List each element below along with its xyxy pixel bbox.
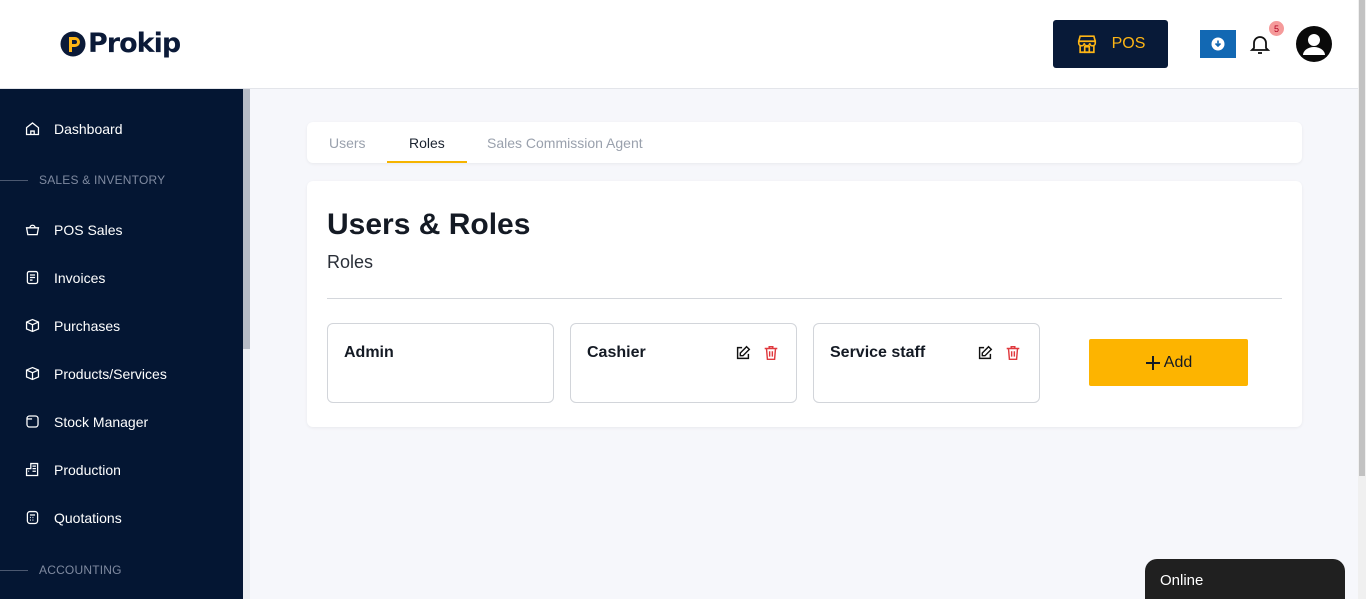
delete-icon[interactable] — [762, 344, 780, 362]
sidebar-item-invoices[interactable]: Invoices — [24, 269, 105, 286]
sidebar-item-purchases[interactable]: Purchases — [24, 317, 120, 334]
home-icon — [25, 122, 40, 136]
calculator-icon — [26, 510, 39, 525]
section-sales-inventory: SALES & INVENTORY — [0, 173, 243, 187]
sidebar-item-quotations[interactable]: Quotations — [24, 509, 122, 526]
section-accounting: ACCOUNTING — [0, 563, 243, 577]
sidebar-item-label: Production — [54, 461, 121, 478]
stock-icon — [26, 415, 39, 428]
page-subtitle: Roles — [327, 252, 374, 272]
roles-panel: Users & Roles Roles Admin Cashier Servic… — [307, 181, 1302, 427]
sidebar-item-production[interactable]: Production — [24, 461, 121, 478]
sidebar-item-label: Products/Services — [54, 365, 167, 382]
sidebar-item-label: Invoices — [54, 269, 106, 286]
sidebar-scrollbar-thumb[interactable] — [243, 89, 250, 349]
role-card-cashier[interactable]: Cashier — [570, 323, 797, 403]
sidebar-item-label: Purchases — [54, 317, 121, 334]
sidebar-item-pos-sales[interactable]: POS Sales — [24, 221, 122, 238]
page-title: Users & Roles — [327, 208, 531, 241]
store-icon — [1077, 35, 1096, 54]
tab-sales-commission-agent[interactable]: Sales Commission Agent — [487, 122, 643, 163]
sidebar-item-label: Dashboard — [54, 120, 123, 137]
notification-badge: 5 — [1269, 21, 1284, 36]
box-icon — [25, 318, 40, 333]
page-scrollbar-thumb[interactable] — [1359, 0, 1365, 476]
role-name: Cashier — [587, 344, 646, 361]
tab-label: Sales Commission Agent — [487, 134, 643, 151]
sidebar-item-label: POS Sales — [54, 221, 123, 238]
tab-users[interactable]: Users — [329, 122, 366, 163]
download-circle-icon — [1211, 37, 1225, 51]
role-name: Admin — [344, 344, 394, 361]
add-role-button[interactable]: Add — [1089, 339, 1248, 386]
logo-text: Prokip — [88, 28, 181, 59]
notification-bell-icon[interactable] — [1248, 32, 1272, 56]
section-label: SALES & INVENTORY — [39, 173, 166, 187]
sidebar-item-stock-manager[interactable]: Stock Manager — [24, 413, 148, 430]
user-avatar-icon[interactable] — [1296, 26, 1332, 62]
chat-status-widget[interactable]: Online — [1145, 559, 1345, 599]
tab-label: Users — [329, 134, 366, 151]
pos-button[interactable]: POS — [1053, 20, 1168, 68]
cube-icon — [25, 366, 40, 381]
edit-icon[interactable] — [976, 344, 994, 362]
tab-roles[interactable]: Roles — [387, 122, 467, 163]
pos-button-label: POS — [1111, 35, 1146, 52]
factory-icon — [25, 462, 39, 477]
delete-icon[interactable] — [1004, 344, 1022, 362]
sidebar: Dashboard SALES & INVENTORY POS Sales In… — [0, 89, 243, 599]
chat-status-label: Online — [1160, 572, 1204, 589]
download-button[interactable] — [1200, 30, 1236, 58]
divider — [327, 298, 1282, 299]
tabs-bar: Users Roles Sales Commission Agent — [307, 122, 1302, 163]
sidebar-item-label: Stock Manager — [54, 413, 149, 430]
invoice-icon — [26, 270, 39, 285]
sidebar-item-label: Quotations — [54, 509, 122, 526]
basket-icon — [25, 224, 40, 236]
section-label: ACCOUNTING — [39, 563, 122, 577]
sidebar-item-products-services[interactable]: Products/Services — [24, 365, 167, 382]
top-header: Prokip POS 5 — [0, 0, 1358, 89]
plus-icon — [1145, 355, 1160, 370]
edit-icon[interactable] — [734, 344, 752, 362]
prokip-logo-icon — [60, 31, 86, 57]
role-card-service-staff[interactable]: Service staff — [813, 323, 1040, 403]
add-button-label: Add — [1163, 353, 1193, 371]
sidebar-item-dashboard[interactable]: Dashboard — [24, 120, 123, 137]
logo[interactable]: Prokip — [60, 28, 181, 60]
role-card-admin[interactable]: Admin — [327, 323, 554, 403]
tab-label: Roles — [409, 134, 445, 151]
role-name: Service staff — [830, 344, 926, 361]
